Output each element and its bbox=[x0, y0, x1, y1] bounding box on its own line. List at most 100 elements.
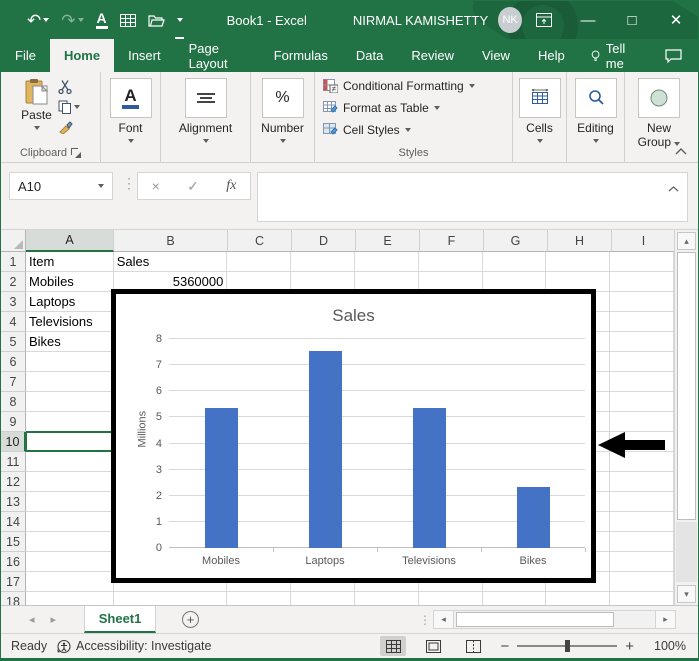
copy-button[interactable] bbox=[58, 100, 80, 114]
accessibility-status[interactable]: Accessibility: Investigate bbox=[56, 639, 211, 654]
row-header-9[interactable]: 9 bbox=[1, 412, 26, 432]
row-header-8[interactable]: 8 bbox=[1, 392, 26, 412]
close-button[interactable]: ✕ bbox=[654, 1, 698, 39]
cell-A5[interactable]: Bikes bbox=[26, 332, 114, 352]
horizontal-scroll-thumb[interactable] bbox=[456, 612, 614, 627]
cell-C1[interactable] bbox=[227, 252, 291, 272]
insert-function-button[interactable]: fx bbox=[226, 178, 236, 194]
tab-help[interactable]: Help bbox=[524, 39, 579, 72]
tab-home[interactable]: Home bbox=[50, 39, 114, 72]
column-header-D[interactable]: D bbox=[292, 230, 356, 252]
row-header-6[interactable]: 6 bbox=[1, 352, 26, 372]
column-header-G[interactable]: G bbox=[484, 230, 548, 252]
zoom-slider[interactable] bbox=[517, 645, 617, 647]
comments-button[interactable] bbox=[649, 39, 698, 72]
avatar[interactable]: NK bbox=[498, 7, 522, 33]
tab-formulas[interactable]: Formulas bbox=[260, 39, 342, 72]
cell-A18[interactable] bbox=[26, 592, 114, 605]
redo-button[interactable]: ↷ bbox=[61, 12, 83, 29]
cell-F1[interactable] bbox=[419, 252, 483, 272]
row-header-18[interactable]: 18 bbox=[1, 592, 26, 605]
cell-A15[interactable] bbox=[26, 532, 114, 552]
column-header-B[interactable]: B bbox=[114, 230, 228, 252]
cell-I5[interactable] bbox=[610, 332, 674, 352]
cell-A9[interactable] bbox=[26, 412, 114, 432]
page-break-preview-button[interactable] bbox=[460, 636, 486, 656]
row-header-7[interactable]: 7 bbox=[1, 372, 26, 392]
row-header-14[interactable]: 14 bbox=[1, 512, 26, 532]
minimize-button[interactable]: — bbox=[566, 1, 610, 39]
cell-A10[interactable] bbox=[26, 432, 114, 452]
row-header-11[interactable]: 11 bbox=[1, 452, 26, 472]
cell-F18[interactable] bbox=[419, 592, 483, 605]
cell-A11[interactable] bbox=[26, 452, 114, 472]
cell-I9[interactable] bbox=[610, 412, 674, 432]
cell-A13[interactable] bbox=[26, 492, 114, 512]
cell-E18[interactable] bbox=[355, 592, 419, 605]
column-header-H[interactable]: H bbox=[548, 230, 612, 252]
column-header-C[interactable]: C bbox=[228, 230, 292, 252]
cell-I18[interactable] bbox=[610, 592, 674, 605]
cell-A1[interactable]: Item bbox=[26, 252, 114, 272]
cell-I4[interactable] bbox=[610, 312, 674, 332]
cut-button[interactable] bbox=[58, 80, 80, 94]
cell-I12[interactable] bbox=[610, 472, 674, 492]
row-header-2[interactable]: 2 bbox=[1, 272, 26, 292]
tab-data[interactable]: Data bbox=[342, 39, 397, 72]
row-header-15[interactable]: 15 bbox=[1, 532, 26, 552]
vertical-scroll-thumb[interactable] bbox=[677, 252, 696, 520]
number-menu-button[interactable]: % Number bbox=[261, 76, 304, 144]
tell-me-box[interactable]: Tell me bbox=[579, 39, 649, 72]
cell-I7[interactable] bbox=[610, 372, 674, 392]
column-header-A[interactable]: A bbox=[26, 230, 114, 252]
editing-menu-button[interactable]: Editing bbox=[575, 76, 617, 144]
cell-I1[interactable] bbox=[610, 252, 674, 272]
tab-review[interactable]: Review bbox=[397, 39, 468, 72]
confirm-entry-button[interactable]: ✓ bbox=[187, 178, 199, 195]
prev-sheet-arrow[interactable]: ◂ bbox=[29, 613, 35, 626]
bar-mobiles[interactable] bbox=[205, 408, 238, 548]
new-sheet-button[interactable]: + bbox=[182, 611, 199, 628]
zoom-slider-handle[interactable] bbox=[565, 640, 570, 652]
cell-A7[interactable] bbox=[26, 372, 114, 392]
cell-A4[interactable]: Televisions bbox=[26, 312, 114, 332]
collapse-ribbon-button[interactable] bbox=[672, 144, 690, 158]
bar-bikes[interactable] bbox=[517, 487, 550, 548]
cell-D1[interactable] bbox=[291, 252, 355, 272]
row-header-10[interactable]: 10 bbox=[1, 432, 26, 452]
maximize-button[interactable]: □ bbox=[610, 1, 654, 39]
scroll-right-arrow[interactable]: ▸ bbox=[655, 611, 675, 628]
format-as-table-button[interactable]: Format as Table bbox=[323, 98, 475, 118]
cell-D18[interactable] bbox=[291, 592, 355, 605]
borders-icon[interactable] bbox=[120, 14, 136, 27]
column-header-I[interactable]: I bbox=[612, 230, 676, 252]
cell-G1[interactable] bbox=[483, 252, 547, 272]
row-header-12[interactable]: 12 bbox=[1, 472, 26, 492]
sales-chart[interactable]: Sales Millions 012345678MobilesLaptopsTe… bbox=[111, 289, 596, 583]
tab-view[interactable]: View bbox=[468, 39, 524, 72]
conditional-formatting-button[interactable]: ≠ Conditional Formatting bbox=[323, 76, 475, 96]
tab-insert[interactable]: Insert bbox=[114, 39, 175, 72]
vertical-scrollbar[interactable]: ▴ ▾ bbox=[674, 230, 698, 605]
cell-A12[interactable] bbox=[26, 472, 114, 492]
column-header-E[interactable]: E bbox=[356, 230, 420, 252]
expand-formula-bar-chevron[interactable] bbox=[668, 179, 679, 197]
cell-I6[interactable] bbox=[610, 352, 674, 372]
bar-laptops[interactable] bbox=[309, 351, 342, 548]
cell-A16[interactable] bbox=[26, 552, 114, 572]
open-folder-icon[interactable] bbox=[148, 14, 165, 27]
page-layout-view-button[interactable] bbox=[420, 636, 446, 656]
tab-scroll-divider[interactable]: ⋮ bbox=[419, 613, 431, 627]
formula-input[interactable] bbox=[257, 172, 688, 222]
row-header-3[interactable]: 3 bbox=[1, 292, 26, 312]
row-header-13[interactable]: 13 bbox=[1, 492, 26, 512]
cancel-entry-button[interactable]: × bbox=[152, 178, 160, 194]
format-painter-button[interactable] bbox=[58, 120, 80, 134]
select-all-corner[interactable] bbox=[1, 230, 26, 252]
row-header-16[interactable]: 16 bbox=[1, 552, 26, 572]
cell-styles-button[interactable]: Cell Styles bbox=[323, 120, 475, 140]
cell-I2[interactable] bbox=[610, 272, 674, 292]
cell-A6[interactable] bbox=[26, 352, 114, 372]
cell-I15[interactable] bbox=[610, 532, 674, 552]
cell-A17[interactable] bbox=[26, 572, 114, 592]
